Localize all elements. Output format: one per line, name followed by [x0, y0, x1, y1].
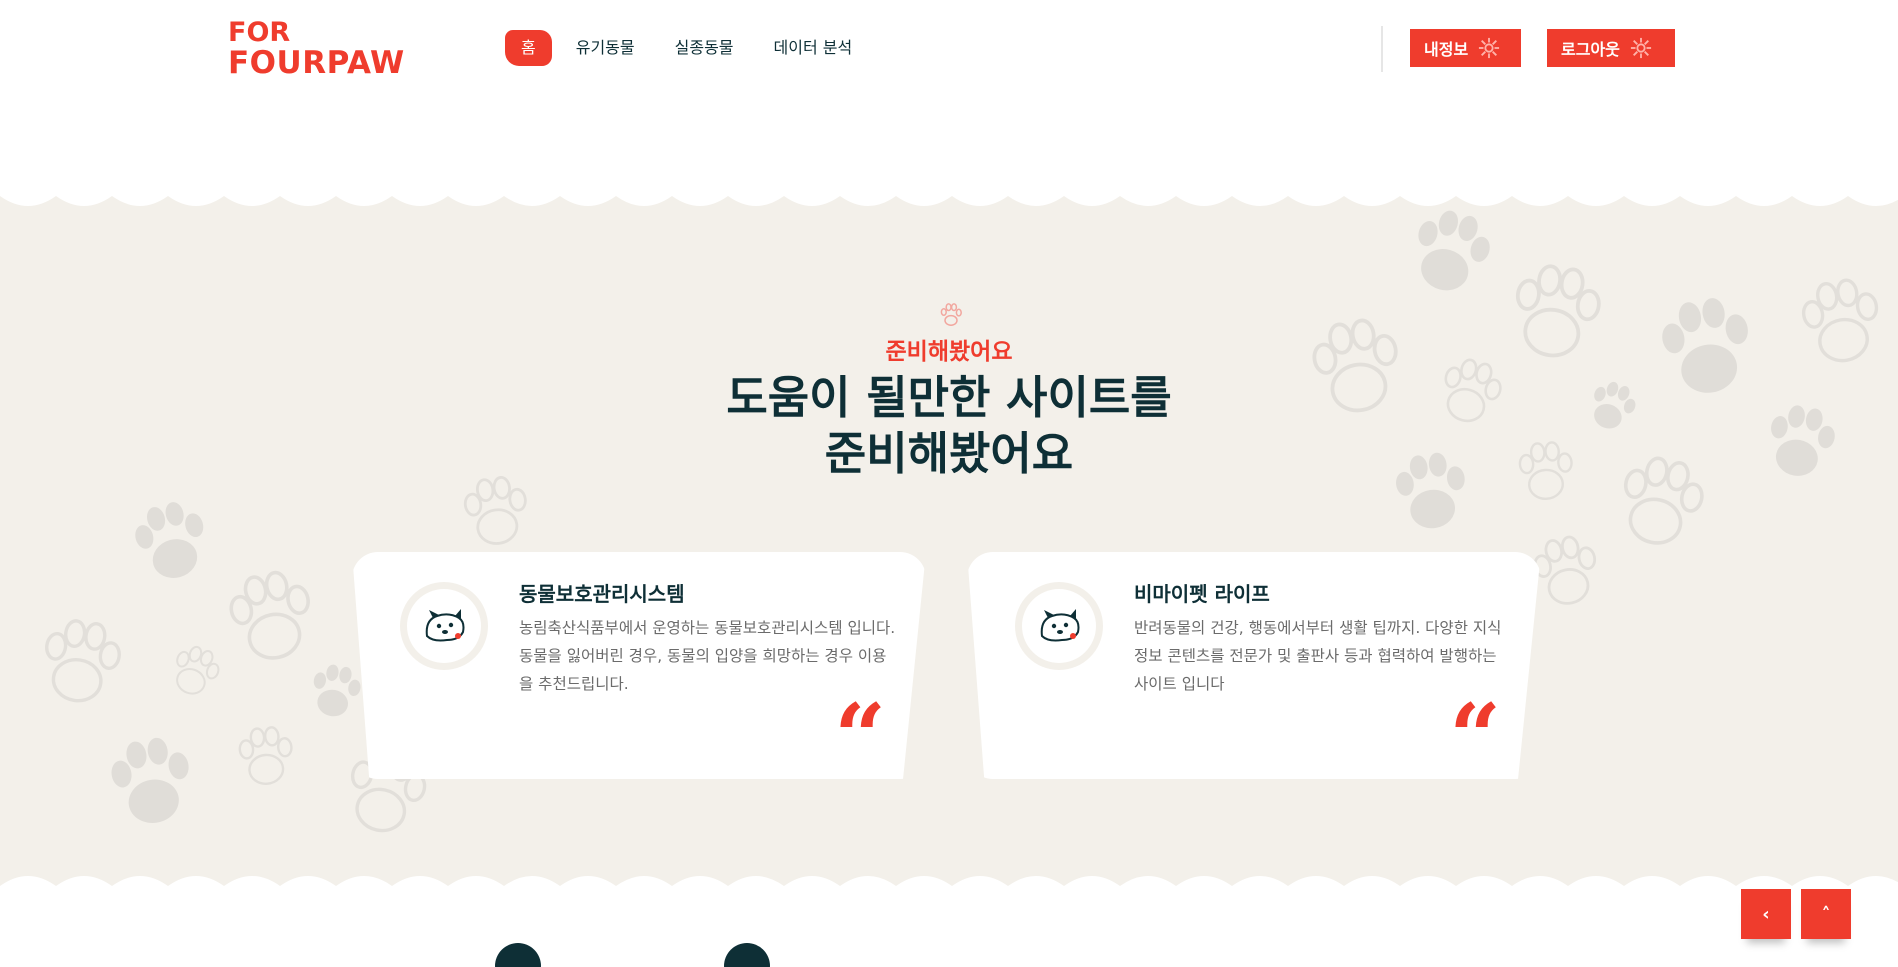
site-card-bemypet-life[interactable]: 비마이펫 라이프 반려동물의 건강, 행동에서부터 생활 팁까지. 다양한 지식… — [967, 552, 1541, 779]
nav-item-missing-animals[interactable]: 실종동물 — [675, 30, 734, 66]
nav-item-data-analysis[interactable]: 데이터 분석 — [774, 30, 853, 66]
main-nav: 홈 유기동물 실종동물 데이터 분석 — [505, 30, 892, 66]
dog-icon — [425, 609, 465, 642]
section-title: 도움이 될만한 사이트를 준비해봤어요 — [0, 370, 1898, 482]
site-header: FOR FOURPAW 홈 유기동물 실종동물 데이터 분석 내정보 로그아웃 — [0, 0, 1898, 96]
quote-icon: “ — [834, 684, 886, 790]
quote-icon: “ — [1449, 684, 1501, 790]
next-section-icon — [495, 943, 541, 967]
nav-item-abandoned-animals[interactable]: 유기동물 — [576, 30, 635, 66]
section-title-line-1: 도움이 될만한 사이트를 — [726, 371, 1172, 424]
nav-item-home[interactable]: 홈 — [505, 30, 552, 66]
site-card-animal-protection[interactable]: 동물보호관리시스템 농림축산식품부에서 운영하는 동물보호관리시스템 입니다. … — [352, 552, 926, 779]
gear-icon — [1630, 37, 1651, 59]
logout-button-label: 로그아웃 — [1561, 40, 1620, 59]
chevron-left-icon[interactable]: ‹ — [1741, 889, 1791, 939]
card-title: 비마이펫 라이프 — [1134, 582, 1270, 606]
logout-button[interactable]: 로그아웃 — [1547, 29, 1675, 67]
card-title: 동물보호관리시스템 — [519, 582, 685, 606]
card-avatar — [1015, 582, 1103, 670]
paw-icon — [940, 303, 962, 326]
site-logo[interactable]: FOR FOURPAW — [228, 18, 422, 80]
myinfo-button-label: 내정보 — [1424, 40, 1469, 59]
header-divider — [1381, 26, 1383, 72]
section-title-line-2: 준비해봤어요 — [824, 427, 1074, 480]
myinfo-button[interactable]: 내정보 — [1410, 29, 1521, 67]
logo-line-1: FOR — [228, 17, 291, 48]
section-subtitle: 준비해봤어요 — [885, 339, 1013, 365]
gear-icon — [1479, 37, 1500, 59]
section-top-wave — [0, 176, 1898, 206]
card-avatar — [400, 582, 488, 670]
logo-line-2: FOURPAW — [228, 45, 405, 81]
next-section-icon — [724, 943, 770, 967]
helpful-sites-section — [0, 190, 1898, 890]
dog-icon — [1040, 609, 1080, 642]
scroll-to-top-button[interactable]: ˄ — [1801, 889, 1851, 939]
section-bottom-wave — [0, 876, 1898, 906]
